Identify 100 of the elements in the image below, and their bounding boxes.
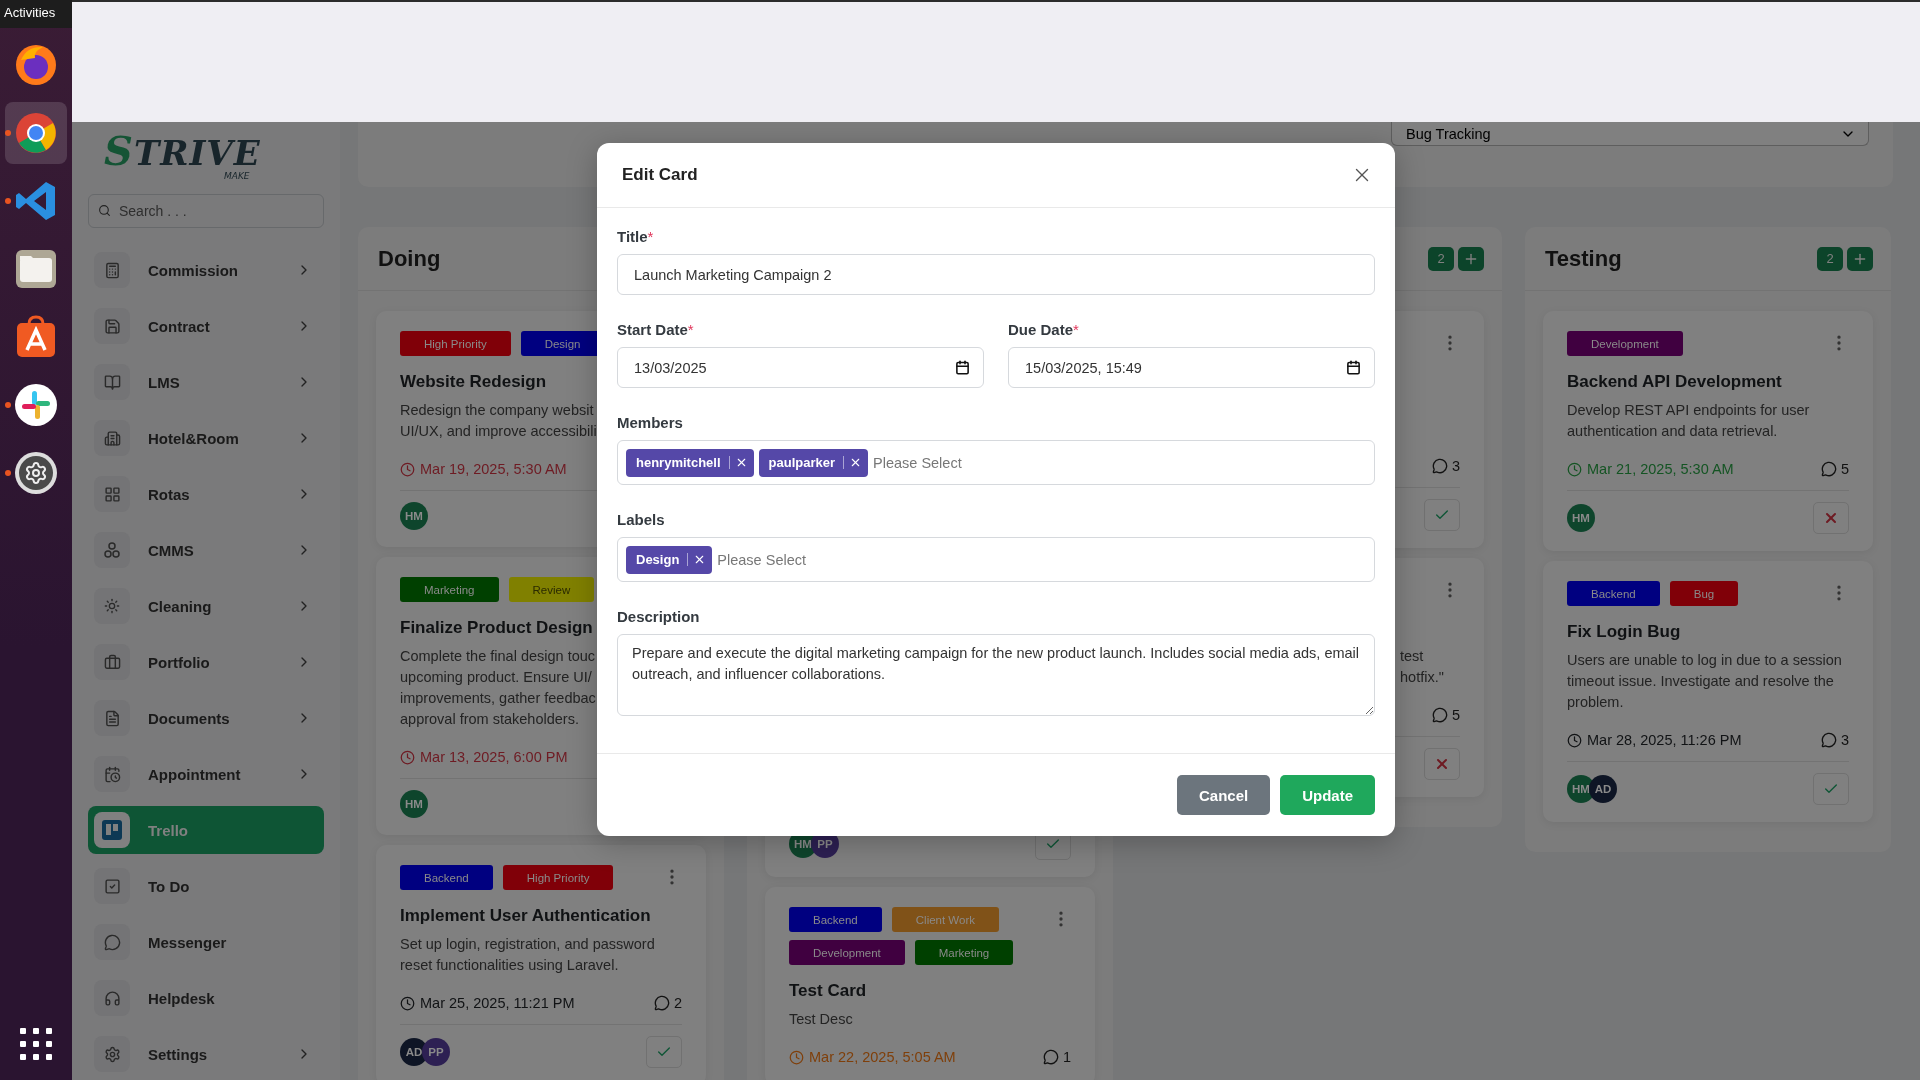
clock-icon	[1567, 732, 1582, 748]
field-label: Labels	[617, 511, 666, 528]
briefcase-icon	[94, 644, 130, 680]
card-description: UI/UX, and improve accessibili	[400, 422, 597, 441]
clock-icon	[1567, 461, 1582, 477]
card-description: upcoming product. Ensure UI/	[400, 668, 592, 687]
clock-icon	[400, 749, 415, 765]
calculator-icon	[94, 252, 130, 288]
title-input[interactable]: Launch Marketing Campaign 2	[617, 254, 1375, 295]
due-date: Mar 19, 2025, 5:30 AM	[420, 461, 567, 477]
card-description: Users are unable to log in due to a session	[1567, 651, 1842, 670]
x-mark-button[interactable]	[1424, 748, 1460, 780]
task-card[interactable]: Backend High Priority Implement User Authentication Set up login, registration, and password reset functionalities using Laravel. Mar 25, 2025, 11:21 PM 2 AD PP	[376, 845, 706, 1080]
due-date: Mar 21, 2025, 5:30 AM	[1587, 461, 1734, 477]
labels-select[interactable]: Design Please Select	[617, 537, 1375, 582]
card-title: Implement User Authentication	[400, 906, 652, 926]
chat-bubble-icon	[1820, 461, 1837, 477]
nav-item[interactable]: Appointment	[88, 750, 324, 798]
comment-count: 3	[1840, 732, 1849, 748]
label-tag: Bug	[1669, 581, 1739, 606]
remove-icon[interactable]	[843, 456, 862, 469]
column-title: Testing	[1545, 245, 1623, 272]
nav-item[interactable]: Settings	[88, 1030, 324, 1078]
chat-bubble-icon	[1431, 707, 1448, 723]
round-browser-icon	[13, 110, 59, 156]
nav-item[interactable]: Contract	[88, 302, 324, 350]
label-tag: Marketing	[914, 940, 1014, 965]
x-mark-button[interactable]	[1813, 502, 1849, 534]
card-description: authentication and data retrieval.	[1567, 422, 1778, 441]
cancel-button[interactable]: Cancel	[1176, 775, 1271, 815]
hash-chat-icon	[13, 382, 59, 428]
card-title: Backend API Development	[1567, 372, 1783, 392]
card-description: approval from stakeholders.	[400, 710, 579, 729]
label-tag: High Priority	[400, 331, 511, 356]
nav-item[interactable]: Messenger	[88, 918, 324, 966]
calendar-icon[interactable]	[1346, 360, 1361, 375]
nav-item[interactable]: To Do	[88, 862, 324, 910]
nav-item[interactable]: Portfolio	[88, 638, 324, 686]
date-input[interactable]: 13/03/2025	[617, 347, 984, 388]
label-tag: High Priority	[502, 865, 614, 890]
search-field[interactable]: Search . . .	[88, 194, 324, 228]
card-description: Develop REST API endpoints for user	[1567, 401, 1810, 420]
dialog-title: Edit Card	[622, 165, 699, 185]
card-description: Set up login, registration, and password	[400, 935, 655, 954]
headphones-icon	[94, 980, 130, 1016]
add-card-button[interactable]	[1458, 246, 1484, 271]
nav-item[interactable]: Hotel&Room	[88, 414, 324, 462]
member-avatar: HM	[1567, 504, 1595, 532]
card-description: Redesign the company websit	[400, 401, 594, 420]
code-editor-icon	[14, 179, 58, 223]
nav-item[interactable]: Commission	[88, 246, 324, 294]
app-grid-icon[interactable]	[18, 1026, 54, 1062]
chat-bubble-icon	[1042, 1049, 1059, 1065]
activities-button[interactable]: Activities	[0, 0, 72, 28]
nav-item[interactable]: Helpdesk	[88, 974, 324, 1022]
task-card[interactable]: Development Backend API Development Develop REST API endpoints for user authentication and data retrieval. Mar 21, 2025, 5:30 AM 5 HM	[1543, 311, 1873, 551]
remove-icon[interactable]	[728, 456, 748, 469]
kanban-icon	[94, 812, 130, 848]
comment-count: 5	[1840, 461, 1849, 477]
checkbox-icon	[94, 868, 130, 904]
card-title: Test Card	[789, 981, 868, 1001]
add-card-button[interactable]	[1847, 246, 1873, 271]
grid-icon	[94, 476, 130, 512]
chat-bubble-icon	[94, 924, 130, 960]
task-card[interactable]: Backend Bug Fix Login Bug Users are unable to log in due to a session timeout issue. Investigate and resolve the problem. Mar 28, 2025, 11:26 PM 3 HM AD	[1543, 561, 1873, 822]
nav-item[interactable]: CMMS	[88, 526, 324, 574]
label-tag: Development	[789, 940, 905, 965]
calendar-icon	[94, 756, 130, 792]
field-label: Start Date*	[617, 321, 695, 338]
card-description: improvements, gather feedbac	[400, 689, 596, 708]
card-description: problem.	[1567, 693, 1624, 712]
members-select[interactable]: henrymitchell paulparker Please Select	[617, 440, 1375, 485]
checkmark-button[interactable]	[1813, 773, 1849, 805]
due-date: Mar 25, 2025, 11:21 PM	[420, 995, 575, 1011]
member-avatar: AD	[1589, 775, 1617, 803]
checkmark-button[interactable]	[1424, 499, 1460, 531]
chip-label: paulparker	[768, 455, 835, 470]
nav-item[interactable]: Cleaning	[88, 582, 324, 630]
label-tag: Development	[1567, 331, 1683, 356]
description-input[interactable]: Prepare and execute the digital marketing campaign for the new product launch. Includes social media ads, email outreach, and influencer collaborations.	[617, 634, 1375, 716]
card-description: test	[1400, 647, 1424, 666]
task-card[interactable]: Backend Client Work Development Marketing Test Card Test Desc Mar 22, 2025, 5:05 AM 1	[765, 887, 1095, 1080]
date-input[interactable]: 15/03/2025, 15:49	[1008, 347, 1375, 388]
dock-item[interactable]	[5, 102, 67, 164]
clock-icon	[789, 1049, 804, 1065]
nav-item[interactable]: Trello	[88, 806, 324, 854]
checkmark-button[interactable]	[646, 1036, 682, 1068]
field-label: Members	[617, 414, 684, 431]
update-button[interactable]: Update	[1280, 775, 1375, 815]
nav-item[interactable]: Rotas	[88, 470, 324, 518]
nav-item[interactable]: LMS	[88, 358, 324, 406]
label-tag: Client Work	[891, 907, 999, 932]
select-input[interactable]: Please Select	[873, 454, 1366, 471]
chat-bubble-icon	[653, 995, 670, 1011]
card-description: reset functionalities using Laravel.	[400, 956, 619, 975]
card-count: 2	[1428, 246, 1454, 271]
calendar-icon[interactable]	[955, 360, 970, 375]
nav-item[interactable]: Documents	[88, 694, 324, 742]
board-select[interactable]: Bug Tracking	[1391, 122, 1869, 146]
select-input[interactable]: Please Select	[717, 551, 1366, 568]
